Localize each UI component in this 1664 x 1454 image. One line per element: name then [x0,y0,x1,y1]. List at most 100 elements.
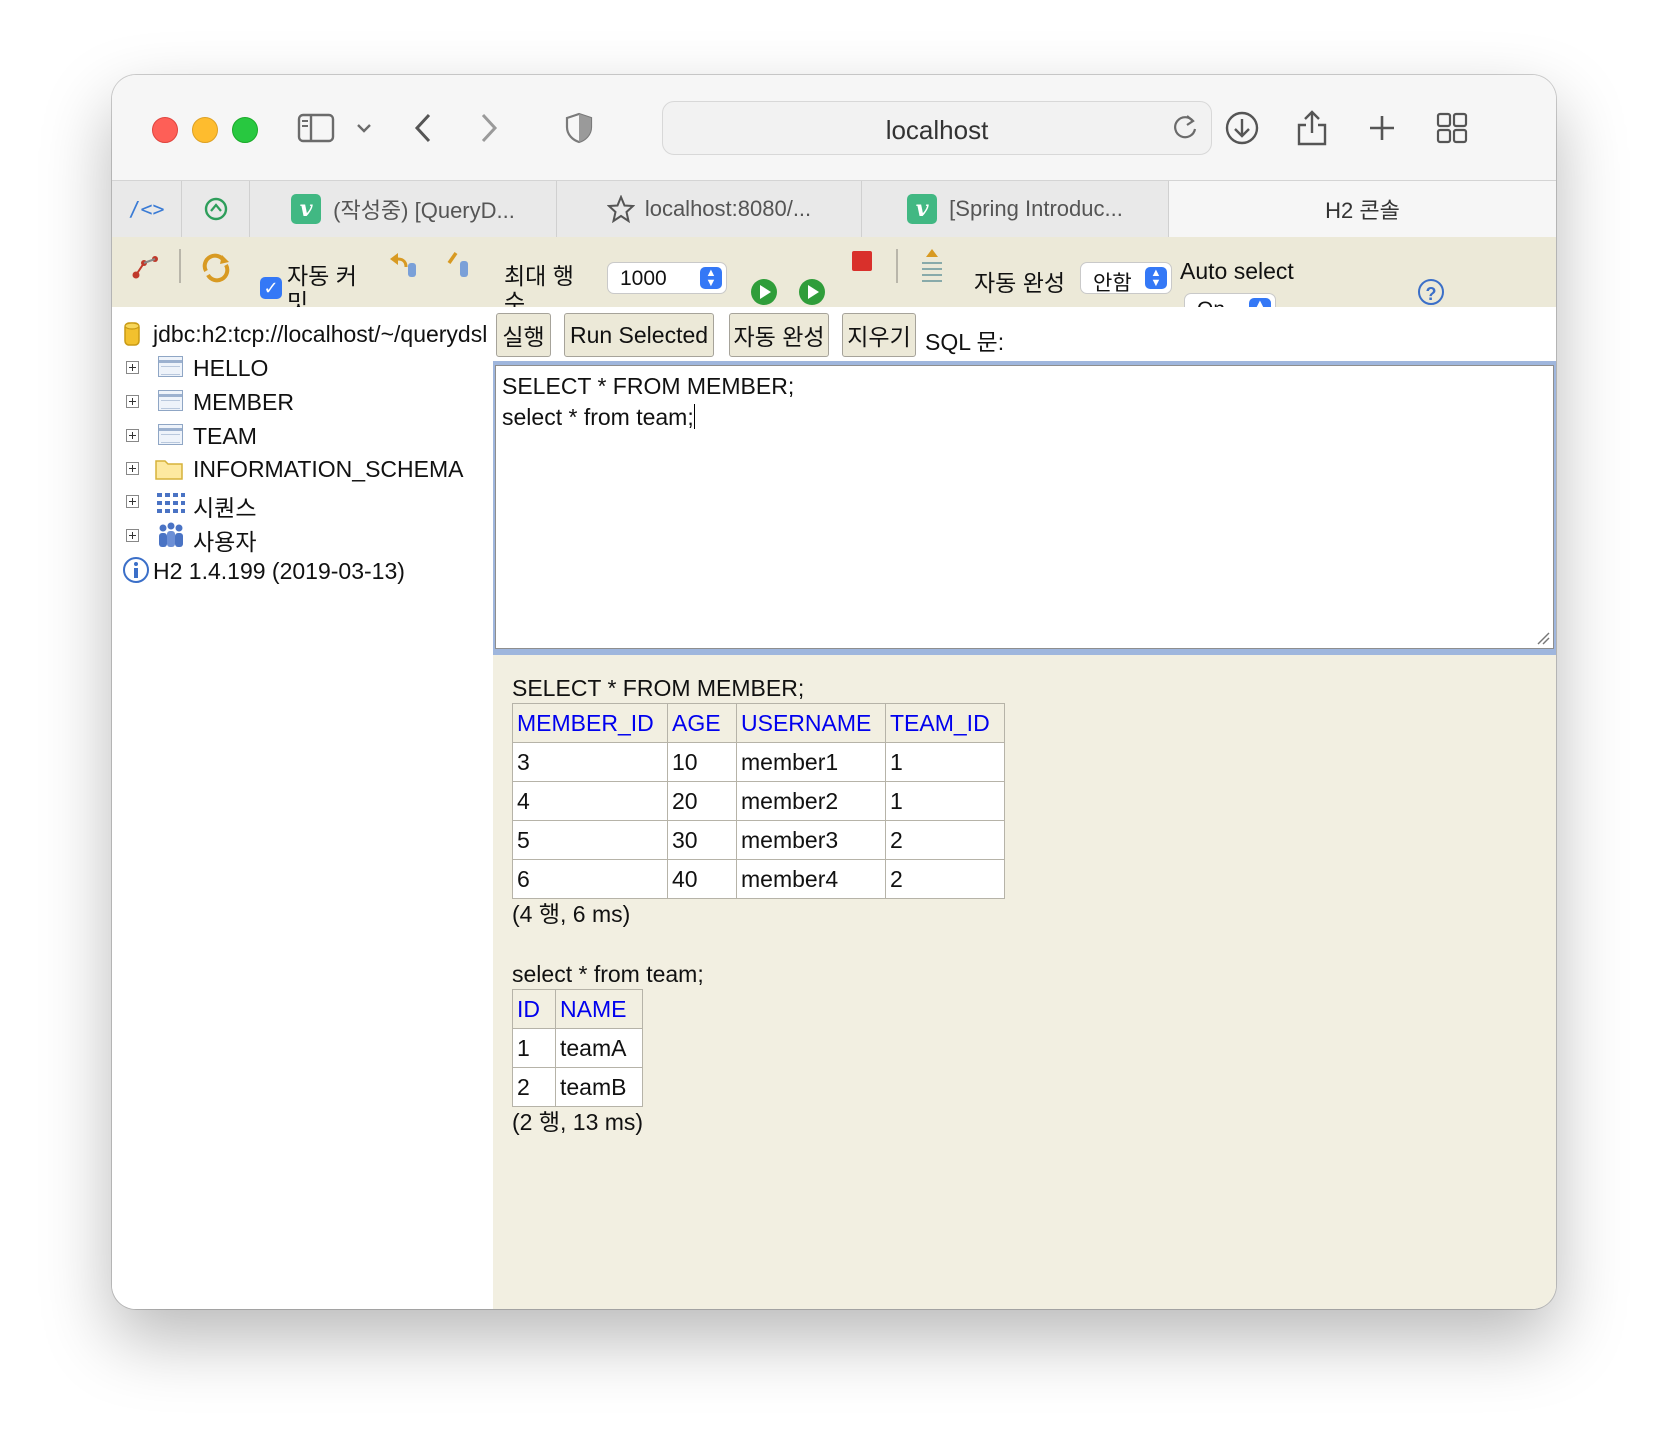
shield-icon[interactable] [562,103,596,153]
autocomplete-select[interactable]: 안함 ▲ ▼ [1080,262,1172,295]
connection-url: jdbc:h2:tcp://localhost/~/querydsl [153,321,488,347]
run-button[interactable]: 실행 [496,313,551,357]
disconnect-icon[interactable] [130,253,160,283]
column-header[interactable]: TEAM_ID [885,703,1005,743]
table-cell: member2 [736,781,886,821]
auto-select-label: Auto select [1180,258,1294,284]
title-bar: localhost [112,75,1556,180]
expand-icon[interactable] [126,529,139,542]
chevron-down-icon[interactable] [352,103,376,153]
sql-editor[interactable]: SELECT * FROM MEMBER; select * from team… [495,365,1554,649]
result-summary: (4 행, 6 ms) [512,901,631,927]
tree-item-label: 사용자 [193,529,257,555]
sql-statement-label: SQL 문: [925,329,1005,355]
table-cell: 40 [667,859,737,899]
expand-icon[interactable] [126,429,139,442]
autocomplete-button[interactable]: 자동 완성 [729,313,829,357]
max-rows-select[interactable]: 1000 ▲ ▼ [607,262,727,294]
editor-frame: SELECT * FROM MEMBER; select * from team… [493,361,1556,655]
tree-item-label: INFORMATION_SCHEMA [193,456,464,482]
auto-commit-checkbox[interactable]: ✓ [260,277,282,299]
info-icon [123,557,149,583]
run-icon[interactable] [749,277,779,307]
tab-spring-introduction[interactable]: v [Spring Introduc... [862,181,1169,237]
tab-devtools[interactable]: /<> [112,181,182,237]
vue-icon: v [907,194,938,224]
result-table-member: MEMBER_ID AGE USERNAME TEAM_ID 3 10 memb… [512,703,1005,899]
table-row: 1 teamA [512,1028,643,1068]
tab-bar: /<> v (작성중) [QueryD... localhost:8080/..… [112,180,1556,238]
table-icon [158,356,183,377]
sidebar-toggle-icon[interactable] [294,103,338,153]
tab-overview-icon[interactable] [1432,103,1472,153]
table-header-row: ID NAME [512,989,643,1029]
table-header-row: MEMBER_ID AGE USERNAME TEAM_ID [512,703,1005,743]
command-bar: 실행 Run Selected 자동 완성 지우기 SQL 문: [493,307,1556,363]
tab-extension[interactable] [182,181,250,237]
select-arrows-icon: ▲▼ [1249,298,1271,307]
max-rows-label: 최대 행 수 [504,263,574,307]
table-cell: 4 [512,781,668,821]
result-table-team: ID NAME 1 teamA 2 teamB [512,989,643,1107]
column-header[interactable]: AGE [667,703,737,743]
expand-icon[interactable] [126,395,139,408]
table-cell: teamA [555,1028,643,1068]
table-cell: 1 [885,742,1005,782]
run-selected-icon[interactable] [797,277,827,307]
result-query: SELECT * FROM MEMBER; [512,675,805,701]
clear-button[interactable]: 지우기 [842,313,916,357]
commit-icon[interactable] [444,249,474,281]
reload-icon[interactable] [1171,112,1199,147]
select-arrows-icon: ▲▼ [700,267,722,289]
max-rows-value: 1000 [620,267,667,290]
expand-icon[interactable] [126,361,139,374]
column-header[interactable]: MEMBER_ID [512,703,668,743]
share-icon[interactable] [1292,103,1332,153]
back-icon[interactable] [408,103,438,153]
tab-label: [Spring Introduc... [949,196,1123,221]
stop-icon[interactable] [852,251,872,271]
tab-querydsl[interactable]: v (작성중) [QueryD... [250,181,557,237]
refresh-icon[interactable] [200,251,232,283]
table-row: 6 40 member4 2 [512,859,1005,899]
expand-icon[interactable] [126,462,139,475]
column-header[interactable]: NAME [555,989,643,1029]
forward-icon[interactable] [474,103,504,153]
table-cell: 2 [885,820,1005,860]
table-row: 4 20 member2 1 [512,781,1005,821]
table-row: 5 30 member3 2 [512,820,1005,860]
autocomplete-label: 자동 완성 [974,270,1066,296]
column-header[interactable]: USERNAME [736,703,886,743]
auto-select-select[interactable]: On ▲▼ [1184,293,1276,307]
download-icon[interactable] [1222,103,1262,153]
address-text: localhost [885,115,989,145]
table-cell: 20 [667,781,737,821]
tab-h2-console[interactable]: H2 콘솔 [1169,181,1556,237]
tab-label: (작성중) [QueryD... [333,198,515,223]
tab-localhost-8080[interactable]: localhost:8080/... [557,181,862,237]
resize-handle-icon[interactable] [1536,631,1550,645]
address-bar[interactable]: localhost [662,101,1212,155]
expand-icon[interactable] [126,495,139,508]
column-header[interactable]: ID [512,989,556,1029]
version-text: H2 1.4.199 (2019-03-13) [153,558,405,584]
sql-line: select * from team; [502,404,694,430]
help-icon[interactable]: ? [1418,279,1444,305]
tab-label: H2 콘솔 [1325,198,1400,223]
tree-item-label: HELLO [193,355,269,381]
minimize-window-button[interactable] [192,117,218,143]
text-cursor [693,404,695,429]
sequence-icon [157,493,185,513]
extension-icon [204,197,227,221]
table-cell: teamB [555,1067,643,1107]
table-cell: 10 [667,742,737,782]
new-tab-icon[interactable] [1362,103,1402,153]
run-selected-button[interactable]: Run Selected [564,313,714,357]
table-cell: 2 [885,859,1005,899]
zoom-window-button[interactable] [232,117,258,143]
close-window-button[interactable] [152,117,178,143]
history-icon[interactable] [918,247,946,287]
h2-toolbar: ✓ 자동 커밋 최대 행 수 1000 ▲ ▼ 자동 완성 안함 ▲ ▼ Auto … [112,237,1556,307]
toolbar-divider [896,249,898,283]
rollback-icon[interactable] [386,249,420,281]
